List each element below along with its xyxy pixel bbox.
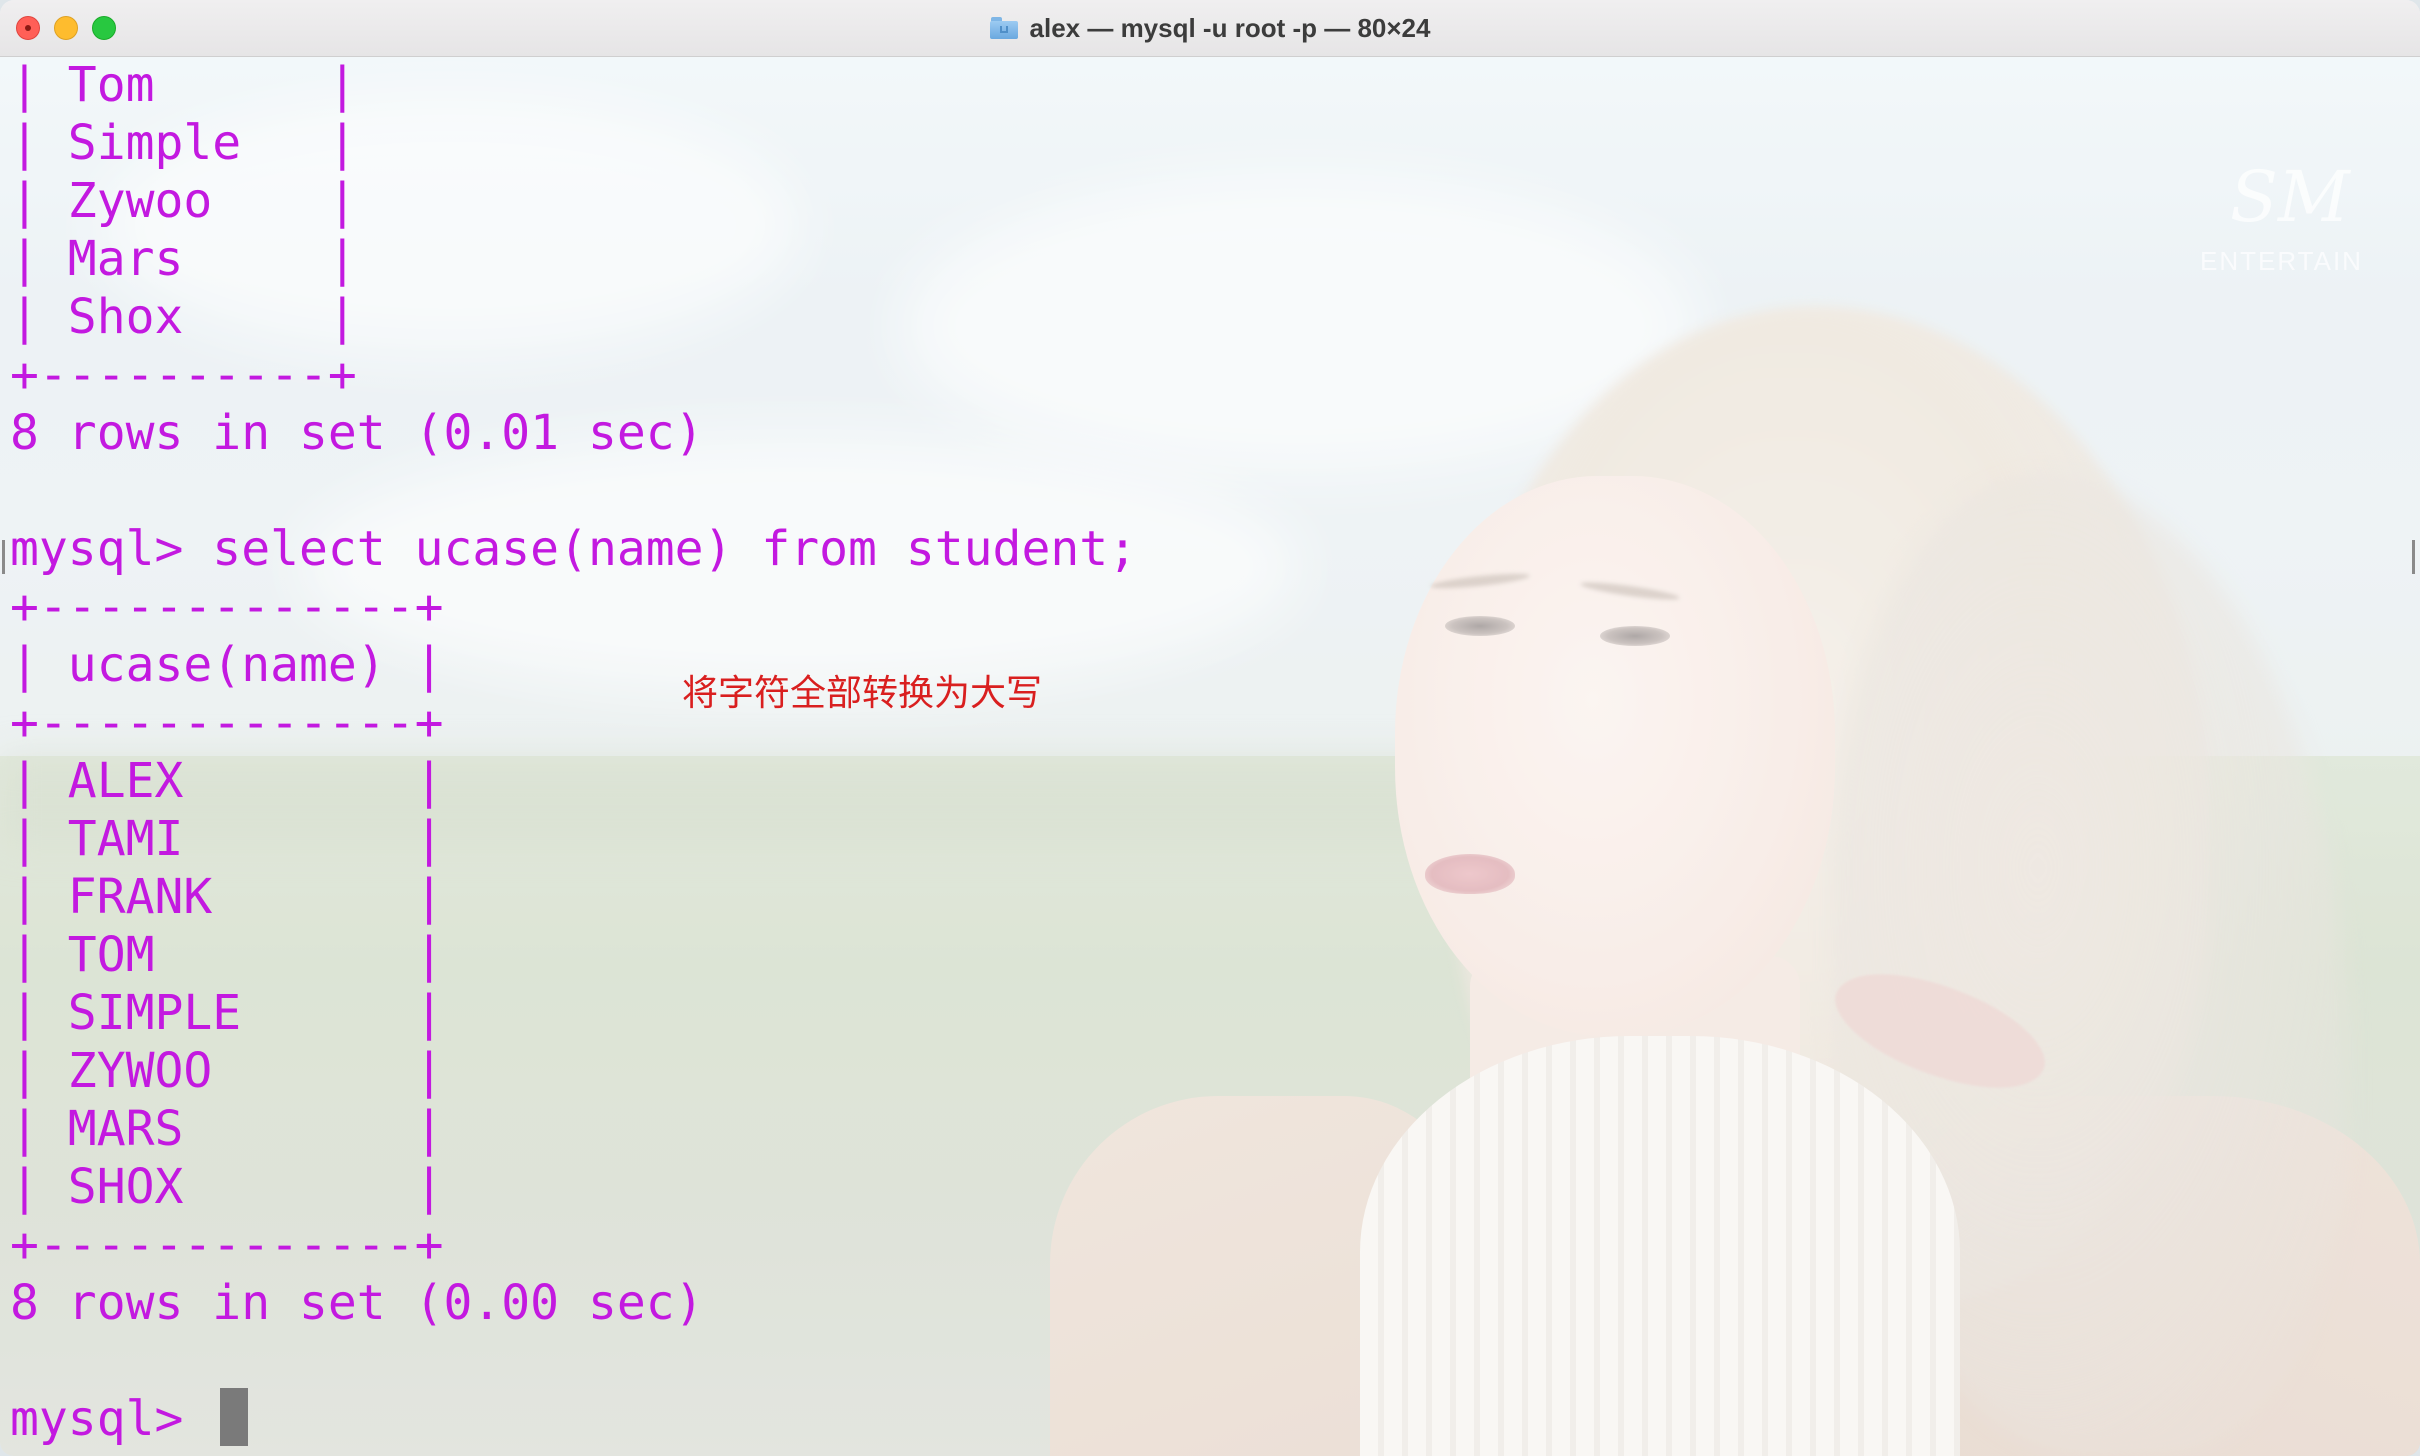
output-line: | SHOX | bbox=[10, 1159, 444, 1215]
window-title: alex — mysql -u root -p — 80×24 bbox=[0, 0, 2420, 56]
output-line: | MARS | bbox=[10, 1101, 444, 1157]
title-bar[interactable]: alex — mysql -u root -p — 80×24 bbox=[0, 0, 2420, 57]
output-line: | Simple | bbox=[10, 115, 357, 171]
output-line: | Mars | bbox=[10, 231, 357, 287]
terminal-window: alex — mysql -u root -p — 80×24 SM ENTER… bbox=[0, 0, 2420, 1456]
output-line: | Shox | bbox=[10, 289, 357, 345]
output-line: +-------------+ bbox=[10, 579, 444, 635]
selection-mark-left bbox=[2, 540, 5, 574]
output-line: | ALEX | bbox=[10, 753, 444, 809]
output-line: +-------------+ bbox=[10, 695, 444, 751]
output-line: | FRANK | bbox=[10, 869, 444, 925]
output-line: | TOM | bbox=[10, 927, 444, 983]
output-line: 8 rows in set (0.01 sec) bbox=[10, 405, 704, 461]
text-cursor bbox=[220, 1388, 248, 1446]
output-line: +----------+ bbox=[10, 347, 357, 403]
output-line: | ZYWOO | bbox=[10, 1043, 444, 1099]
output-line: | ucase(name) | bbox=[10, 637, 444, 693]
output-line: 8 rows in set (0.00 sec) bbox=[10, 1275, 704, 1331]
home-folder-icon bbox=[989, 17, 1018, 39]
selection-mark-right bbox=[2412, 540, 2415, 574]
terminal-output[interactable]: | Tom | | Simple | | Zywoo | | Mars | | … bbox=[0, 56, 2420, 1456]
output-line: | SIMPLE | bbox=[10, 985, 444, 1041]
window-title-text: alex — mysql -u root -p — 80×24 bbox=[1029, 12, 1431, 43]
command-line: mysql> select ucase(name) from student; bbox=[10, 521, 1138, 577]
annotation-note: 将字符全部转换为大写 bbox=[682, 673, 1043, 714]
output-line: | TAMI | bbox=[10, 811, 444, 867]
output-line: | Tom | bbox=[10, 57, 357, 113]
prompt-line[interactable]: mysql> bbox=[10, 1390, 212, 1448]
output-line: +-------------+ bbox=[10, 1217, 444, 1273]
output-line: | Zywoo | bbox=[10, 173, 357, 229]
